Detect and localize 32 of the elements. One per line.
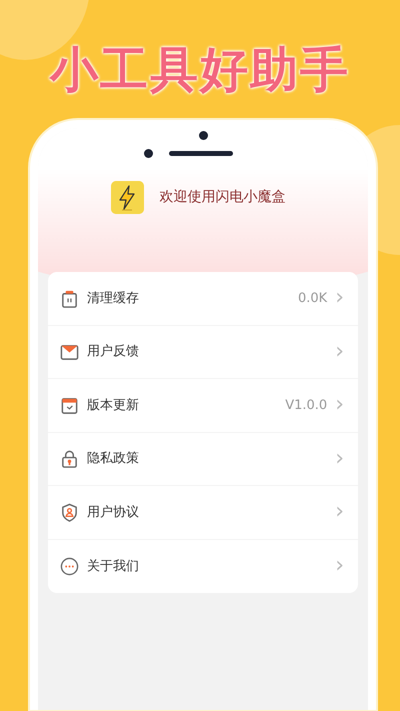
menu-label: 版本更新 (87, 396, 140, 414)
menu-value: 0.0K (298, 290, 328, 308)
menu-label: 清理缓存 (87, 290, 140, 308)
chevron-icon: › (335, 448, 344, 470)
lightning-logo-icon (110, 181, 144, 214)
menu-item[interactable]: 清理缓存 0.0K › (48, 272, 358, 326)
menu-label: 隐私政策 (87, 450, 140, 468)
chevron-icon: › (335, 287, 344, 310)
menu-item[interactable]: 用户反馈 › (48, 326, 358, 379)
menu-item[interactable]: 用户协议 › (48, 486, 358, 540)
chevron-icon: › (335, 394, 344, 416)
menu-label: 用户协议 (87, 504, 140, 522)
welcome-text: 欢迎使用闪电小魔盒 (160, 188, 286, 207)
menu-item[interactable]: 版本更新 V1.0.0 › (48, 379, 358, 432)
menu-label: 关于我们 (87, 558, 140, 576)
calendar-icon (60, 396, 79, 415)
sensor-dot (144, 149, 152, 158)
lock-icon (60, 449, 79, 468)
chevron-icon: › (335, 340, 344, 363)
speaker-slot (168, 151, 232, 156)
chevron-icon: › (335, 501, 344, 524)
trash-icon (60, 288, 79, 308)
headline: 小工具好助手 (50, 42, 350, 98)
envelope-icon (60, 342, 79, 362)
menu-item[interactable]: 隐私政策 › (48, 432, 358, 486)
menu-value: V1.0.0 (285, 396, 328, 414)
menu-item[interactable]: 关于我们 › (48, 540, 358, 593)
shield-user-icon (60, 502, 79, 522)
more-dots-icon (60, 556, 79, 576)
camera-dot (198, 131, 208, 140)
menu-label: 用户反馈 (87, 343, 140, 361)
chevron-icon: › (335, 555, 344, 578)
